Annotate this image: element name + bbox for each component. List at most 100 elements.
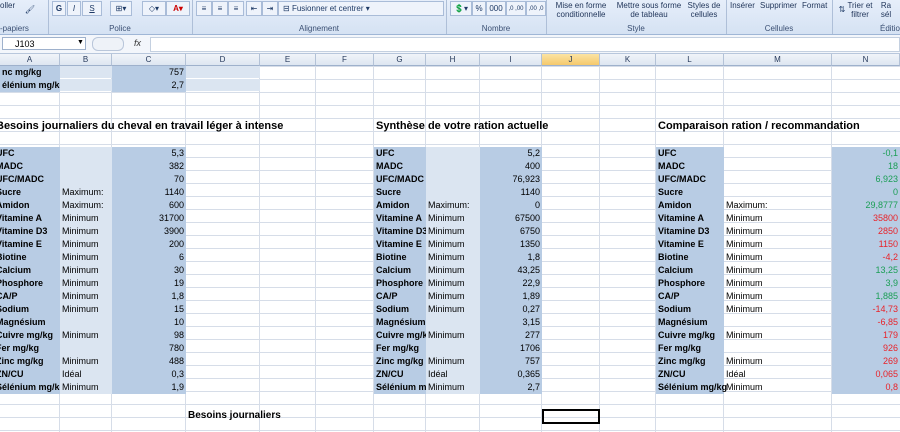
section2-row-value[interactable]: 0,27	[480, 302, 542, 316]
accounting-format-icon[interactable]: 💲▾	[450, 1, 472, 16]
section3-row-label[interactable]: Cuivre mg/kg	[656, 328, 724, 342]
section1-row-value[interactable]: 780	[112, 341, 186, 355]
section3-row-qualifier[interactable]	[724, 342, 832, 355]
section1-row-value[interactable]: 10	[112, 315, 186, 329]
column-header-m[interactable]: M	[724, 54, 832, 66]
borders-icon[interactable]: ⊞▾	[110, 1, 132, 16]
column-header-n[interactable]: N	[832, 54, 900, 66]
section3-row-label[interactable]: Sodium	[656, 302, 724, 316]
section2-row-qualifier[interactable]: Minimum	[426, 224, 480, 238]
section2-row-qualifier[interactable]	[426, 185, 480, 199]
column-header-f[interactable]: F	[316, 54, 374, 66]
format-button[interactable]: Format	[802, 1, 827, 10]
section2-row-value[interactable]: 0	[480, 198, 542, 212]
section3-row-value[interactable]: -0,1	[832, 146, 900, 160]
bottom-title[interactable]: Besoins journaliers	[186, 409, 386, 422]
section2-row-label[interactable]: CA/P	[374, 289, 426, 303]
section2-row-label[interactable]: UFC/MADC	[374, 172, 426, 186]
top-value[interactable]: 757	[112, 66, 186, 79]
section2-row-value[interactable]: 1706	[480, 341, 542, 355]
section3-row-label[interactable]: UFC/MADC	[656, 172, 724, 186]
section3-row-value[interactable]: 35800	[832, 211, 900, 225]
name-box[interactable]: J103	[2, 37, 86, 50]
section1-row-label[interactable]: CA/P	[0, 289, 60, 303]
section1-row-label[interactable]: Phosphore	[0, 276, 60, 290]
section2-row-value[interactable]: 400	[480, 159, 542, 173]
decrease-decimal-button[interactable]: ,00 ,0	[526, 1, 546, 16]
section2-row-label[interactable]: UFC	[374, 146, 426, 160]
column-header-a[interactable]: A	[0, 54, 60, 66]
section3-row-value[interactable]: 2850	[832, 224, 900, 238]
section1-row-qualifier[interactable]: Minimum	[60, 289, 112, 303]
section2-row-label[interactable]: Magnésium	[374, 315, 426, 329]
section3-row-qualifier[interactable]	[724, 316, 832, 329]
section2-row-value[interactable]: 3,15	[480, 315, 542, 329]
section2-row-value[interactable]: 76,923	[480, 172, 542, 186]
section3-row-label[interactable]: Sucre	[656, 185, 724, 199]
section3-row-value[interactable]: 0,065	[832, 367, 900, 381]
column-header-e[interactable]: E	[260, 54, 316, 66]
section3-row-label[interactable]: CA/P	[656, 289, 724, 303]
section3-row-value[interactable]: 3,9	[832, 276, 900, 290]
section1-row-label[interactable]: Magnésium	[0, 315, 60, 329]
section1-row-value[interactable]: 19	[112, 276, 186, 290]
section1-row-label[interactable]: ZN/CU	[0, 367, 60, 381]
format-painter-icon[interactable]: 🖌	[22, 2, 38, 16]
section1-row-label[interactable]: UFC	[0, 146, 60, 160]
section3-row-label[interactable]: Amidon	[656, 198, 724, 212]
increase-decimal-button[interactable]: ,0 ,00	[506, 1, 526, 16]
section3-row-qualifier[interactable]: Minimum	[724, 251, 832, 264]
section3-row-label[interactable]: Zinc mg/kg	[656, 354, 724, 368]
section2-row-label[interactable]: Vitamine A	[374, 211, 426, 225]
column-header-h[interactable]: H	[426, 54, 480, 66]
section1-row-value[interactable]: 3900	[112, 224, 186, 238]
section3-row-label[interactable]: ZN/CU	[656, 367, 724, 381]
section3-row-value[interactable]: 926	[832, 341, 900, 355]
section2-row-qualifier[interactable]: Minimum	[426, 354, 480, 368]
section1-row-label[interactable]: Vitamine D3	[0, 224, 60, 238]
section3-row-value[interactable]: -4,2	[832, 250, 900, 264]
section1-row-value[interactable]: 1140	[112, 185, 186, 199]
column-header-b[interactable]: B	[60, 54, 112, 66]
section1-row-label[interactable]: MADC	[0, 159, 60, 173]
active-cell[interactable]	[542, 409, 600, 425]
section2-row-label[interactable]: Fer mg/kg	[374, 341, 426, 355]
section1-row-label[interactable]: Biotine	[0, 250, 60, 264]
section3-row-qualifier[interactable]: Idéal	[724, 368, 832, 381]
section1-row-label[interactable]: Sélénium mg/kg	[0, 380, 65, 394]
section2-row-qualifier[interactable]	[426, 146, 480, 160]
section2-row-label[interactable]: Vitamine E	[374, 237, 426, 251]
section3-row-label[interactable]: Sélénium mg/kg	[656, 380, 727, 394]
section2-row-value[interactable]: 1,8	[480, 250, 542, 264]
section3-row-qualifier[interactable]: Minimum	[724, 264, 832, 277]
section1-row-value[interactable]: 15	[112, 302, 186, 316]
section3-row-qualifier[interactable]	[724, 173, 832, 186]
section2-row-qualifier[interactable]: Minimum	[426, 250, 480, 264]
section2-row-value[interactable]: 277	[480, 328, 542, 342]
formula-expand-handle[interactable]	[92, 37, 124, 51]
section1-row-qualifier[interactable]: Minimum	[60, 276, 112, 290]
section2-row-label[interactable]: Sélénium mg/kg	[374, 380, 445, 394]
section1-row-value[interactable]: 1,9	[112, 380, 186, 394]
section3-row-label[interactable]: Biotine	[656, 250, 724, 264]
section3-row-label[interactable]: Phosphore	[656, 276, 724, 290]
section2-row-label[interactable]: Zinc mg/kg	[374, 354, 426, 368]
section-title-synthese[interactable]: Synthèse de votre ration actuelle	[374, 118, 674, 134]
section3-row-value[interactable]: -6,85	[832, 315, 900, 329]
section2-row-value[interactable]: 1350	[480, 237, 542, 251]
section3-row-qualifier[interactable]: Minimum	[724, 238, 832, 251]
section2-row-qualifier[interactable]: Minimum	[426, 263, 480, 277]
section1-row-value[interactable]: 0,3	[112, 367, 186, 381]
paste-button[interactable]: oller	[0, 1, 15, 10]
section2-row-qualifier[interactable]: Minimum	[426, 380, 480, 394]
section2-row-qualifier[interactable]	[426, 341, 480, 355]
section2-row-label[interactable]: Sucre	[374, 185, 426, 199]
section2-row-qualifier[interactable]: Maximum:	[426, 198, 480, 212]
section2-row-label[interactable]: Vitamine D3	[374, 224, 427, 238]
section3-row-label[interactable]: Magnésium	[656, 315, 724, 329]
section2-row-value[interactable]: 5,2	[480, 146, 542, 160]
section1-row-qualifier[interactable]: Minimum	[60, 237, 112, 251]
section1-row-value[interactable]: 382	[112, 159, 186, 173]
section2-row-value[interactable]: 22,9	[480, 276, 542, 290]
section1-row-qualifier[interactable]: Minimum	[60, 263, 112, 277]
